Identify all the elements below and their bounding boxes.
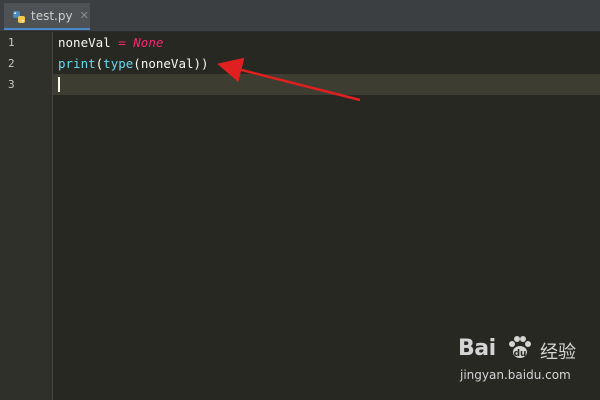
type-builtin: type bbox=[103, 56, 134, 71]
assignment-operator: = bbox=[110, 35, 134, 50]
baidu-jingyan-watermark: Bai du 经验 jingyan.baidu.com bbox=[458, 336, 588, 388]
code-line-2[interactable]: print(type(noneVal)) bbox=[53, 53, 600, 74]
python-file-icon bbox=[12, 9, 26, 23]
watermark-logo-text: Bai bbox=[458, 336, 496, 361]
paren-close: )) bbox=[193, 56, 209, 71]
watermark-url: jingyan.baidu.com bbox=[460, 368, 571, 382]
close-icon[interactable]: ✕ bbox=[80, 9, 89, 22]
line-number-gutter: 1 2 3 bbox=[0, 32, 53, 400]
line-number: 2 bbox=[8, 57, 15, 70]
watermark-brand-cn: 经验 bbox=[540, 342, 576, 363]
argument-name: noneVal bbox=[140, 56, 194, 71]
paren-open-inner: ( bbox=[133, 56, 141, 71]
tab-label: test.py bbox=[31, 8, 73, 23]
code-line-1[interactable]: noneVal = None bbox=[53, 32, 600, 53]
paw-icon: du bbox=[509, 336, 531, 359]
line-number: 1 bbox=[8, 36, 15, 49]
print-builtin: print bbox=[58, 56, 96, 71]
line-number: 3 bbox=[8, 78, 15, 91]
editor-tab-bar: test.py ✕ bbox=[0, 0, 600, 32]
text-cursor bbox=[58, 77, 60, 92]
file-tab-test-py[interactable]: test.py ✕ bbox=[4, 3, 90, 30]
svg-text:du: du bbox=[514, 349, 527, 359]
variable-name: noneVal bbox=[58, 35, 111, 50]
none-keyword: None bbox=[133, 35, 164, 50]
code-line-3-current[interactable] bbox=[53, 74, 600, 95]
